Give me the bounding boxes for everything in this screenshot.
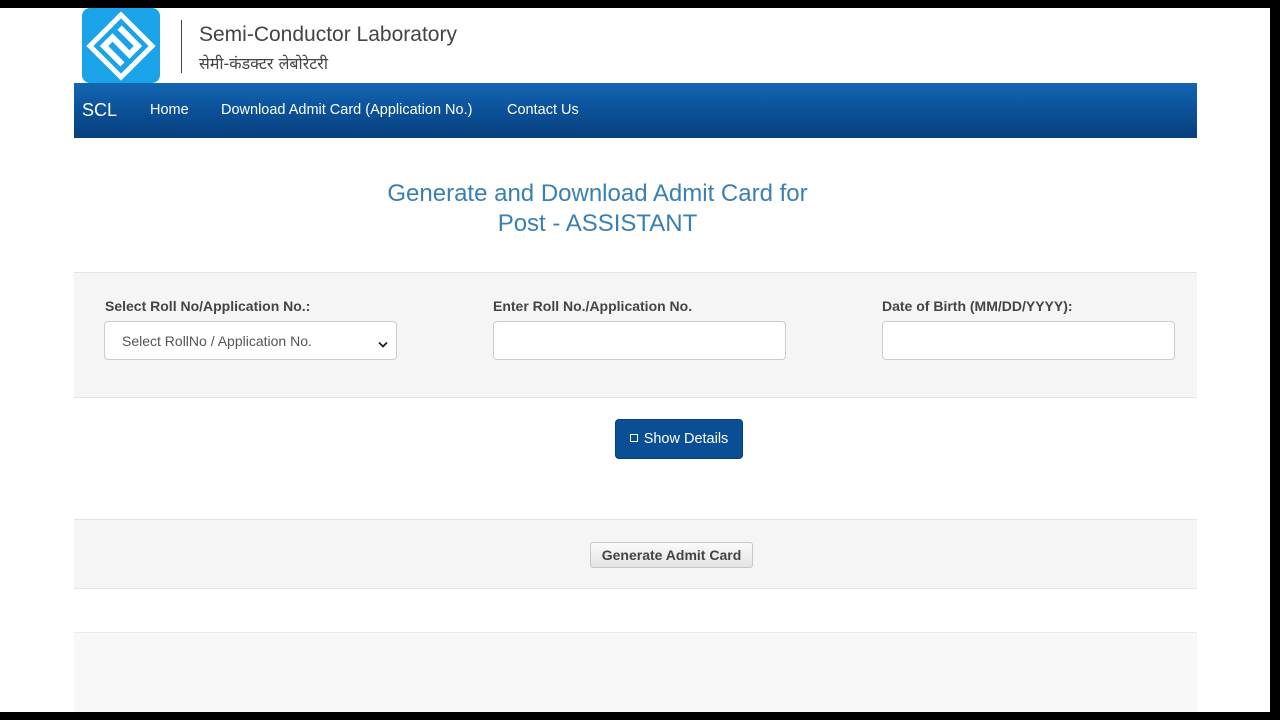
- nav-link-home[interactable]: Home: [150, 102, 189, 118]
- roll-number-input[interactable]: [493, 321, 786, 360]
- nav-link-download-admit-card[interactable]: Download Admit Card (Application No.): [221, 102, 472, 118]
- roll-number-label: Enter Roll No./Application No.: [493, 298, 693, 314]
- page-title-line1: Generate and Download Admit Card for: [387, 180, 808, 207]
- select-roll-label: Select Roll No/Application No.:: [105, 298, 311, 314]
- dob-input[interactable]: [882, 321, 1175, 360]
- header-divider: [181, 20, 182, 73]
- nav-link-contact-us[interactable]: Contact Us: [507, 102, 579, 118]
- org-name-english: Semi-Conductor Laboratory: [199, 23, 457, 46]
- generate-panel: Generate Admit Card: [74, 519, 1197, 589]
- site-header: Semi-Conductor Laboratory सेमी-कंडक्टर ल…: [82, 8, 682, 83]
- page-title-line2: Post - ASSISTANT: [497, 210, 698, 237]
- roll-type-select[interactable]: Select RollNo / Application No.: [104, 321, 397, 360]
- roll-type-select-value: Select RollNo / Application No.: [122, 333, 312, 349]
- dob-label: Date of Birth (MM/DD/YYYY):: [882, 298, 1073, 314]
- browser-viewport: Semi-Conductor Laboratory सेमी-कंडक्टर ल…: [0, 8, 1270, 712]
- page-container: Semi-Conductor Laboratory सेमी-कंडक्टर ल…: [74, 8, 1197, 712]
- show-details-button[interactable]: Show Details: [615, 419, 743, 459]
- nav-brand[interactable]: SCL: [82, 100, 117, 121]
- generate-admit-card-button[interactable]: Generate Admit Card: [590, 542, 753, 568]
- square-icon: [629, 434, 638, 442]
- scl-logo-icon[interactable]: [82, 8, 160, 83]
- show-details-label: Show Details: [643, 431, 729, 447]
- page-title: Generate and Download Admit Card for Pos…: [0, 179, 1195, 239]
- footer-area: [74, 632, 1197, 712]
- search-form-panel: Select Roll No/Application No.: Select R…: [74, 272, 1197, 398]
- org-name-hindi: सेमी-कंडक्टर लेबोरेटरी: [199, 54, 328, 73]
- navbar: SCL Home Download Admit Card (Applicatio…: [74, 83, 1197, 138]
- chevron-down-icon: [378, 336, 388, 352]
